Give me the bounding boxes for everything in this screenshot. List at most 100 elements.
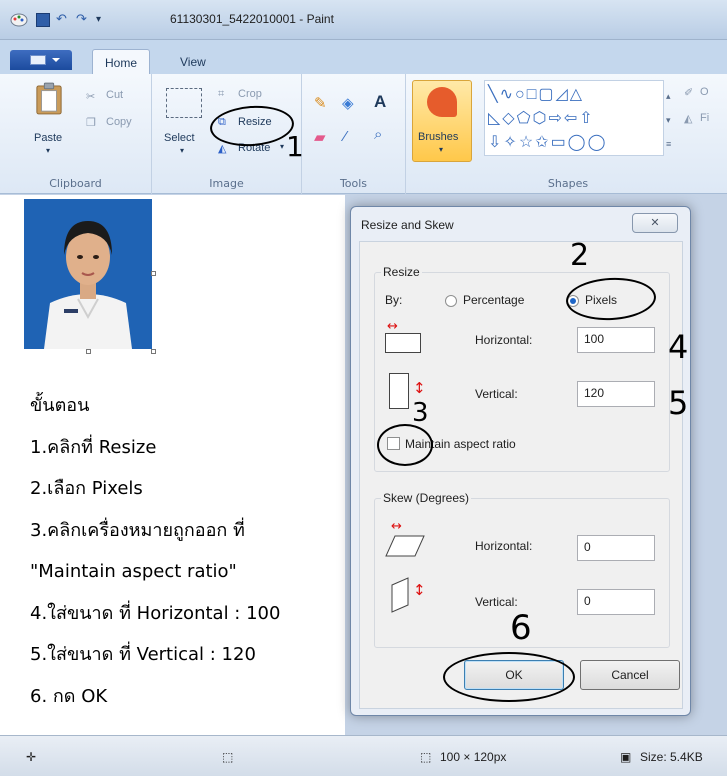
text-icon[interactable]: A xyxy=(374,92,386,112)
outline-button[interactable]: O xyxy=(700,86,709,98)
vertical-label: Vertical: xyxy=(475,387,518,401)
save-icon[interactable] xyxy=(36,13,50,27)
instruction-steps: ขั้นตอน 1.คลิกที่ Resize 2.เลือก Pixels … xyxy=(30,385,280,717)
magnifier-icon[interactable]: ⌕ xyxy=(374,126,382,143)
undo-icon[interactable]: ↶ xyxy=(56,13,70,27)
file-size: Size: 5.4KB xyxy=(640,750,703,764)
shapes-row-1: ╲∿○□▢◿△ xyxy=(488,86,585,103)
horizontal-resize-icon: ↔ xyxy=(385,319,423,353)
instruction-step: 4.ใส่ขนาด ที่ Horizontal : 100 xyxy=(30,602,281,624)
outline-icon[interactable]: ✐ xyxy=(684,86,693,99)
percentage-label[interactable]: Percentage xyxy=(463,293,524,307)
copy-icon: ❐ xyxy=(86,117,96,129)
student-photo xyxy=(24,199,152,349)
fill-icon[interactable]: ◈ xyxy=(342,94,354,112)
image-group-label: Image xyxy=(209,177,244,190)
vertical-input[interactable]: 120 xyxy=(577,381,655,407)
crop-button[interactable]: Crop xyxy=(238,88,262,100)
annotation-circle-ok xyxy=(443,652,575,702)
skew-vertical-input[interactable]: 0 xyxy=(577,589,655,615)
skew-horizontal-input[interactable]: 0 xyxy=(577,535,655,561)
crop-icon: ⌗ xyxy=(218,88,225,100)
copy-button[interactable]: Copy xyxy=(106,116,132,128)
shapes-scroll-icon[interactable]: ▴ ▾ ≡ xyxy=(666,84,671,156)
skew-vertical-label: Vertical: xyxy=(475,595,518,609)
clipboard-group: Paste ▾ ✂ Cut ❐ Copy Clipboard xyxy=(0,74,152,194)
brushes-button[interactable]: Brushes ▾ xyxy=(412,80,472,162)
selection-size-icon: ⬚ xyxy=(222,750,234,764)
shapes-row-3: ⇩✧☆✩▭◯◯ xyxy=(488,134,608,151)
customize-qat-icon[interactable]: ▾ xyxy=(96,13,106,27)
annotation-number-2: 2 xyxy=(570,238,590,273)
instruction-step: 2.เลือก Pixels xyxy=(30,478,143,499)
horizontal-input[interactable]: 100 xyxy=(577,327,655,353)
paint-menu-icon xyxy=(30,55,46,65)
select-button[interactable]: Select xyxy=(164,132,195,144)
close-button[interactable]: ✕ xyxy=(632,213,678,233)
by-label: By: xyxy=(385,293,403,307)
select-dropdown-icon[interactable]: ▾ xyxy=(180,146,184,155)
paste-icon[interactable] xyxy=(35,82,63,116)
fill-button[interactable]: Fi xyxy=(700,112,709,124)
chevron-down-icon xyxy=(52,58,60,62)
dialog-title: Resize and Skew xyxy=(361,218,454,232)
disk-icon: ▣ xyxy=(620,750,632,764)
tab-view[interactable]: View xyxy=(168,49,218,75)
window-title: 61130301_5422010001 - Paint xyxy=(170,12,334,26)
horizontal-label: Horizontal: xyxy=(475,333,533,347)
canvas[interactable]: ขั้นตอน 1.คลิกที่ Resize 2.เลือก Pixels … xyxy=(0,195,345,735)
brush-icon xyxy=(427,87,457,117)
annotation-number-5: 5 xyxy=(668,384,689,422)
cancel-button[interactable]: Cancel xyxy=(580,660,680,690)
annotation-number-3: 3 xyxy=(412,398,429,428)
resize-handle-right[interactable] xyxy=(151,271,156,276)
eraser-icon[interactable]: ▰ xyxy=(314,128,326,146)
percentage-radio[interactable] xyxy=(445,295,457,307)
rotate-dropdown-icon[interactable]: ▾ xyxy=(280,142,284,151)
cursor-position-icon: ✛ xyxy=(26,750,37,764)
annotation-circle-checkbox xyxy=(377,424,433,466)
skew-legend: Skew (Degrees) xyxy=(381,491,472,505)
vertical-skew-icon: ↕ xyxy=(391,575,431,615)
canvas-size-icon: ⬚ xyxy=(420,750,432,764)
instruction-step: "Maintain aspect ratio" xyxy=(30,561,237,582)
pencil-icon[interactable]: ✎ xyxy=(314,94,327,112)
resize-handle-corner[interactable] xyxy=(151,349,156,354)
rotate-icon: ◭ xyxy=(218,143,227,155)
paint-app-icon[interactable] xyxy=(10,12,28,28)
annotation-number-1: 1 xyxy=(286,130,304,163)
canvas-dimensions: 100 × 120px xyxy=(440,750,507,764)
instruction-step: 6. กด OK xyxy=(30,685,108,707)
paste-dropdown-icon[interactable]: ▾ xyxy=(46,146,50,155)
shapes-row-2: ◺◇⬠⬡⇨⇦⇧ xyxy=(488,110,595,127)
instruction-heading: ขั้นตอน xyxy=(30,395,90,416)
select-icon[interactable] xyxy=(166,88,202,118)
paste-button[interactable]: Paste xyxy=(34,132,62,144)
quick-access-toolbar: ↶ ↷ ▾ xyxy=(36,12,106,28)
cut-icon: ✂ xyxy=(86,91,96,103)
brushes-label: Brushes xyxy=(418,131,459,143)
resize-legend: Resize xyxy=(381,265,422,279)
close-icon: ✕ xyxy=(650,216,660,229)
resize-handle-bottom[interactable] xyxy=(86,349,91,354)
redo-icon[interactable]: ↷ xyxy=(76,13,90,27)
clipboard-group-label: Clipboard xyxy=(49,177,102,190)
status-bar: ✛ ⬚ ⬚ 100 × 120px ▣ Size: 5.4KB xyxy=(0,735,727,776)
person-portrait-image xyxy=(24,199,152,349)
color-picker-icon[interactable]: ⁄ xyxy=(344,128,347,145)
horizontal-skew-icon: ↔ xyxy=(385,519,431,559)
shapes-group: ╲∿○□▢◿△ ◺◇⬠⬡⇨⇦⇧ ⇩✧☆✩▭◯◯ ▴ ▾ ≡ ✐ O ◭ Fi Sha… xyxy=(478,74,727,194)
title-bar: ↶ ↷ ▾ 61130301_5422010001 - Paint xyxy=(0,0,727,40)
instruction-step: 1.คลิกที่ Resize xyxy=(30,436,157,458)
brushes-dropdown-icon: ▾ xyxy=(439,145,444,154)
tools-group: ✎ ◈ A ▰ ⁄ ⌕ Tools xyxy=(302,74,406,194)
instruction-step: 5.ใส่ขนาด ที่ Vertical : 120 xyxy=(30,644,256,665)
tab-home[interactable]: Home xyxy=(92,49,151,75)
fill-shape-icon[interactable]: ◭ xyxy=(684,112,692,125)
skew-horizontal-label: Horizontal: xyxy=(475,539,533,553)
instruction-step: 3.คลิกเครื่องหมายถูกออก ที่ xyxy=(30,519,245,541)
shapes-group-label: Shapes xyxy=(547,177,589,190)
cut-button[interactable]: Cut xyxy=(106,89,123,101)
paint-menu-button[interactable] xyxy=(10,50,72,70)
ribbon: Paste ▾ ✂ Cut ❐ Copy Clipboard Select ▾ … xyxy=(0,74,727,194)
